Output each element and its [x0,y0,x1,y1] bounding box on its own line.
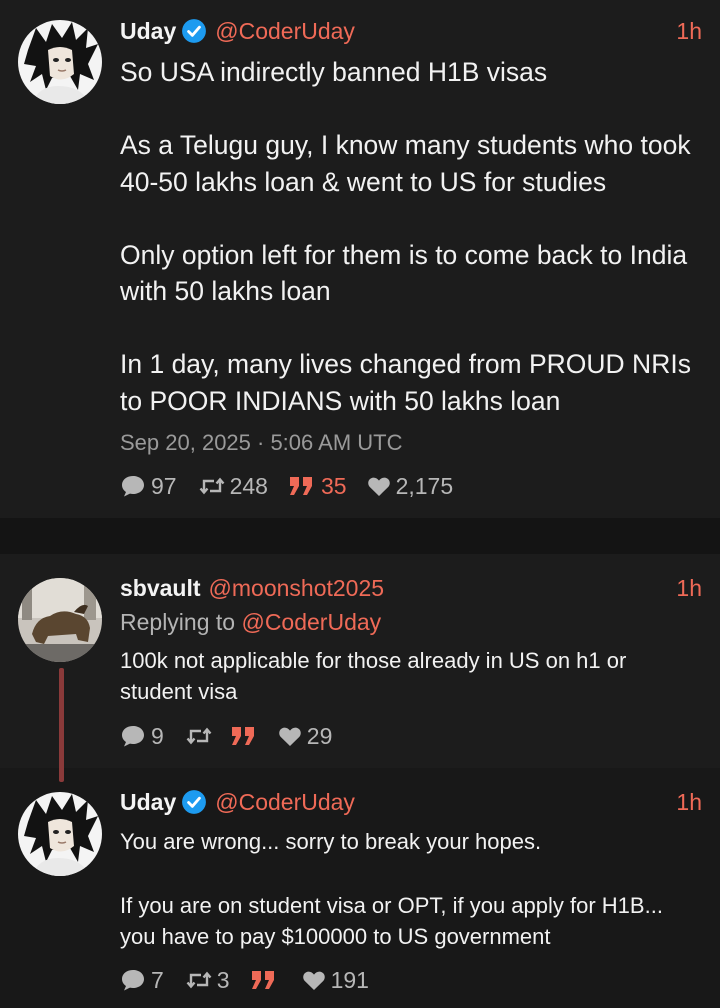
heart-icon [279,727,301,746]
avatar[interactable] [18,792,102,876]
author-handle[interactable]: @CoderUday [215,18,355,45]
quote-stat[interactable] [230,725,258,747]
tweet-text: 100k not applicable for those already in… [120,645,698,707]
tweet-header: Uday @CoderUday 1h [120,787,702,817]
author-handle[interactable]: @moonshot2025 [209,575,385,602]
reply-count: 97 [151,472,177,499]
reply-tweet: sbvault @moonshot2025 1h Replying to @Co… [0,554,720,768]
reply-stat[interactable]: 9 [120,723,164,750]
tweet-header: sbvault @moonshot2025 1h [120,573,702,603]
tweet-date[interactable]: Sep 20, 2025 · 5:06 AM UTC [120,430,403,456]
quote-icon [251,971,274,989]
replying-to: Replying to @CoderUday [120,609,381,636]
comment-icon [122,476,144,497]
tweet-paragraph: In 1 day, many lives changed from PROUD … [120,349,691,416]
author-name[interactable]: Uday [120,18,176,45]
retweet-count: 3 [216,966,230,993]
reply-count: 7 [151,966,164,993]
author-name[interactable]: Uday [120,789,176,816]
retweet-stat[interactable]: 248 [199,473,268,500]
reply-stat[interactable]: 97 [120,473,177,500]
comment-icon [122,726,144,747]
thread-line [59,668,64,782]
retweet-icon [186,971,212,989]
retweet-count: 248 [229,472,268,499]
tweet-text: You are wrong... sorry to break your hop… [120,826,698,952]
author-name[interactable]: sbvault [120,575,201,602]
like-stat[interactable]: 29 [278,722,333,750]
tweet-header: Uday @CoderUday 1h [120,16,702,46]
quote-icon [289,477,312,495]
replying-prefix: Replying to [120,609,236,635]
tweet-paragraph: So USA indirectly banned H1B visas [120,57,548,87]
reply-count: 9 [151,722,164,749]
tweet-time[interactable]: 1h [676,789,702,816]
comment-icon [122,970,144,991]
quote-stat[interactable]: 35 [288,473,347,500]
tweet-paragraph: As a Telugu guy, I know many students wh… [120,130,691,197]
like-stat[interactable]: 2,175 [367,472,454,500]
like-count: 2,175 [395,472,454,499]
main-tweet: Uday @CoderUday 1h So USA indirectly ban… [0,0,720,518]
tweet-stats: 97 248 35 2,175 [120,471,453,501]
like-count: 191 [330,966,369,993]
author-handle[interactable]: @CoderUday [215,789,355,816]
retweet-icon [186,727,212,745]
quote-stat[interactable] [250,969,278,991]
quote-count: 35 [320,472,347,499]
tweet-time[interactable]: 1h [676,18,702,45]
reply-tweet: Uday @CoderUday 1h You are wrong... sorr… [0,768,720,1008]
tweet-paragraph: 100k not applicable for those already in… [120,648,627,704]
quote-icon [231,727,254,745]
tweet-paragraph: If you are on student visa or OPT, if yo… [120,893,663,949]
replying-to-handle[interactable]: @CoderUday [241,609,381,635]
verified-badge-icon [182,19,207,43]
avatar[interactable] [18,578,102,662]
verified-badge-icon [182,790,207,814]
tweet-paragraph: You are wrong... sorry to break your hop… [120,829,542,854]
tweet-stats: 7 3 191 [120,965,369,995]
like-stat[interactable]: 191 [302,967,369,994]
tweet-stats: 9 29 [120,721,332,751]
heart-icon [302,971,325,990]
retweet-icon [199,477,224,495]
avatar[interactable] [18,20,102,104]
tweet-time[interactable]: 1h [676,575,702,602]
reply-stat[interactable]: 7 [120,967,164,994]
separator [0,518,720,554]
like-count: 29 [306,722,333,749]
tweet-text: So USA indirectly banned H1B visas As a … [120,54,698,419]
heart-icon [367,477,390,496]
retweet-stat[interactable]: 3 [186,967,230,994]
retweet-stat[interactable] [186,725,212,747]
tweet-paragraph: Only option left for them is to come bac… [120,239,688,307]
